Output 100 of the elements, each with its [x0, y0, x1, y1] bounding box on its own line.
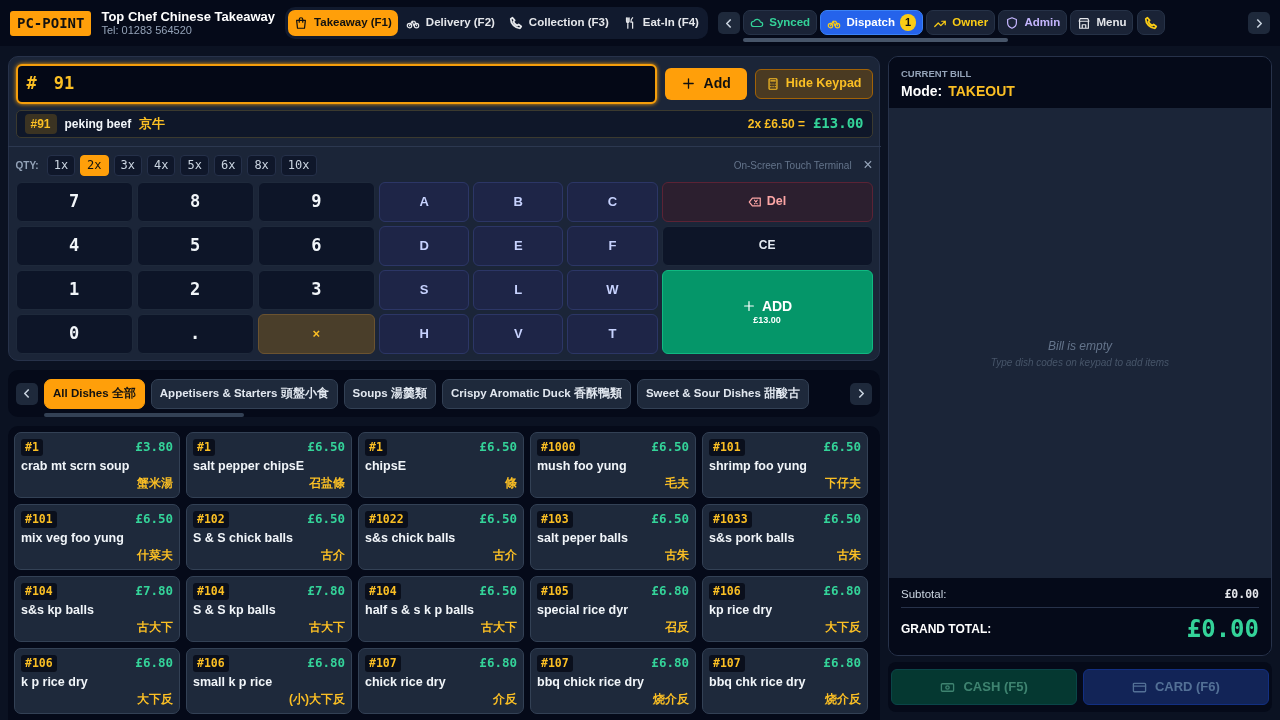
- dish-code: #104: [193, 582, 229, 600]
- close-button[interactable]: ×: [863, 157, 873, 173]
- keypad-key[interactable]: 1: [15, 269, 133, 310]
- keypad-key[interactable]: B: [473, 181, 564, 222]
- add-item-button[interactable]: ADD £13.00: [661, 269, 873, 354]
- dish-card[interactable]: #102 £6.50 S & S chick balls 古介: [186, 504, 352, 570]
- dish-card[interactable]: #104 £7.80 S & S kp balls 古大下: [186, 576, 352, 642]
- mode-label: Mode:: [901, 82, 943, 102]
- keypad-key[interactable]: 0: [15, 313, 133, 354]
- quantity-option[interactable]: 4x: [147, 154, 176, 176]
- quantity-option[interactable]: 10x: [280, 154, 317, 176]
- dish-chinese-name: 召反: [665, 619, 689, 634]
- toolbar-button[interactable]: Admin: [998, 9, 1068, 36]
- keypad-key[interactable]: E: [473, 225, 564, 266]
- scrollbar[interactable]: [743, 38, 1009, 43]
- dish-code: #106: [709, 582, 745, 600]
- dish-price: £6.80: [823, 582, 861, 600]
- keypad-key[interactable]: T: [567, 313, 658, 354]
- dish-card[interactable]: #101 £6.50 shrimp foo yung 下仔夫: [702, 432, 868, 498]
- dish-code: #107: [709, 654, 745, 672]
- dish-card[interactable]: #106 £6.80 kp rice dry 大下反: [702, 576, 868, 642]
- category-tab[interactable]: All Dishes 全部: [44, 378, 145, 409]
- dish-card[interactable]: #107 £6.80 bbq chick rice dry 烧介反: [530, 648, 696, 714]
- keypad-key[interactable]: ×: [257, 313, 375, 354]
- dish-code: #1033: [709, 510, 752, 528]
- keypad-key[interactable]: A: [378, 181, 470, 222]
- quantity-option[interactable]: 3x: [113, 154, 142, 176]
- keypad-key[interactable]: V: [473, 313, 564, 354]
- keypad-key[interactable]: 8: [136, 181, 254, 222]
- category-tab[interactable]: Sweet & Sour Dishes 甜酸古: [636, 378, 810, 409]
- quantity-option[interactable]: 6x: [213, 154, 243, 176]
- dish-card[interactable]: #1022 £6.50 s&s chick balls 古介: [358, 504, 524, 570]
- dish-price: £6.50: [307, 438, 345, 456]
- shop-name: Top Chef Chinese Takeaway: [101, 9, 276, 25]
- keypad-key[interactable]: L: [473, 269, 564, 310]
- dish-chinese-name: 古介: [321, 547, 345, 562]
- toolbar-button[interactable]: Synced: [743, 9, 818, 36]
- category-tab[interactable]: Soups 湯羹類: [343, 378, 436, 409]
- dish-chinese-name: 古大下: [137, 619, 173, 634]
- dish-card[interactable]: #106 £6.80 k p rice dry 大下反: [14, 648, 180, 714]
- dish-code: #104: [21, 582, 57, 600]
- scroll-left-button[interactable]: [16, 382, 38, 405]
- toolbar-button[interactable]: Owner: [926, 9, 996, 36]
- dish-card[interactable]: #1 £6.50 salt pepper chipsE 召盐條: [186, 432, 352, 498]
- dish-card[interactable]: #105 £6.80 special rice dyr 召反: [530, 576, 696, 642]
- quantity-option[interactable]: 2x: [80, 154, 109, 176]
- keypad-key[interactable]: C: [567, 181, 658, 222]
- keypad-key[interactable]: D: [378, 225, 470, 266]
- count-badge: 1: [899, 14, 917, 31]
- dish-card[interactable]: #107 £6.80 bbq chk rice dry 烧介反: [702, 648, 868, 714]
- scroll-right-button[interactable]: [850, 382, 872, 405]
- dish-code-field[interactable]: # 91: [15, 63, 657, 104]
- dish-card[interactable]: #1000 £6.50 mush foo yung 毛夫: [530, 432, 696, 498]
- dish-card[interactable]: #104 £6.50 half s & s k p balls 古大下: [358, 576, 524, 642]
- dish-code: #1: [365, 438, 387, 456]
- mode-tab[interactable]: Collection (F3): [502, 10, 615, 36]
- keypad-key[interactable]: 7: [15, 181, 133, 222]
- keypad-key[interactable]: H: [378, 313, 470, 354]
- hide-keypad-button[interactable]: Hide Keypad: [754, 68, 873, 99]
- mode-tab[interactable]: Takeaway (F1): [288, 10, 398, 36]
- clear-entry-key[interactable]: CE: [661, 225, 873, 266]
- quantity-option[interactable]: 1x: [46, 154, 76, 176]
- keypad-key[interactable]: 3: [257, 269, 375, 310]
- keypad-key[interactable]: .: [136, 313, 254, 354]
- toolbar-button[interactable]: [1136, 9, 1165, 36]
- dish-card[interactable]: #103 £6.50 salt peper balls 古朱: [530, 504, 696, 570]
- dish-chinese-name: 大下反: [137, 691, 173, 706]
- keypad-key[interactable]: S: [378, 269, 470, 310]
- keypad-key[interactable]: 4: [15, 225, 133, 266]
- add-button[interactable]: Add: [664, 67, 747, 100]
- dish-name: half s & s k p balls: [365, 601, 476, 619]
- dish-card[interactable]: #101 £6.50 mix veg foo yung 什菜夫: [14, 504, 180, 570]
- dish-code-input[interactable]: 91: [51, 69, 646, 98]
- keypad-key[interactable]: 5: [136, 225, 254, 266]
- keypad-key[interactable]: W: [567, 269, 658, 310]
- dish-card[interactable]: #1033 £6.50 s&s pork balls 古朱: [702, 504, 868, 570]
- dish-card[interactable]: #1 £6.50 chipsE 條: [358, 432, 524, 498]
- dish-card[interactable]: #106 £6.80 small k p rice (小)大下反: [186, 648, 352, 714]
- keypad-key[interactable]: 6: [257, 225, 375, 266]
- dish-chinese-name: 古介: [493, 547, 517, 562]
- mode-tab[interactable]: Delivery (F2): [399, 10, 501, 36]
- category-tab[interactable]: Crispy Aromatic Duck 香酥鴨類: [441, 378, 631, 409]
- dish-price: £6.80: [479, 654, 517, 672]
- quantity-option[interactable]: 8x: [247, 154, 276, 176]
- keypad-key[interactable]: F: [567, 225, 658, 266]
- scroll-left-button[interactable]: [717, 12, 740, 34]
- toolbar-button[interactable]: Dispatch 1: [820, 9, 924, 36]
- dish-card[interactable]: #104 £7.80 s&s kp balls 古大下: [14, 576, 180, 642]
- scroll-right-button[interactable]: [1248, 12, 1270, 34]
- category-tab[interactable]: Appetisers & Starters 頭盤小食: [150, 378, 338, 409]
- dish-card[interactable]: #1 £3.80 crab mt scrn soup 蟹米湯: [14, 432, 180, 498]
- keypad-key[interactable]: 2: [136, 269, 254, 310]
- quantity-option[interactable]: 5x: [180, 154, 209, 176]
- delete-key[interactable]: Del: [661, 181, 873, 222]
- toolbar-button[interactable]: Menu: [1070, 9, 1134, 36]
- mode-tab[interactable]: Eat-In (F4): [616, 10, 705, 36]
- dish-price: £6.50: [307, 510, 345, 528]
- keypad-key[interactable]: 9: [257, 181, 375, 222]
- scrollbar[interactable]: [44, 412, 244, 417]
- dish-card[interactable]: #107 £6.80 chick rice dry 介反: [358, 648, 524, 714]
